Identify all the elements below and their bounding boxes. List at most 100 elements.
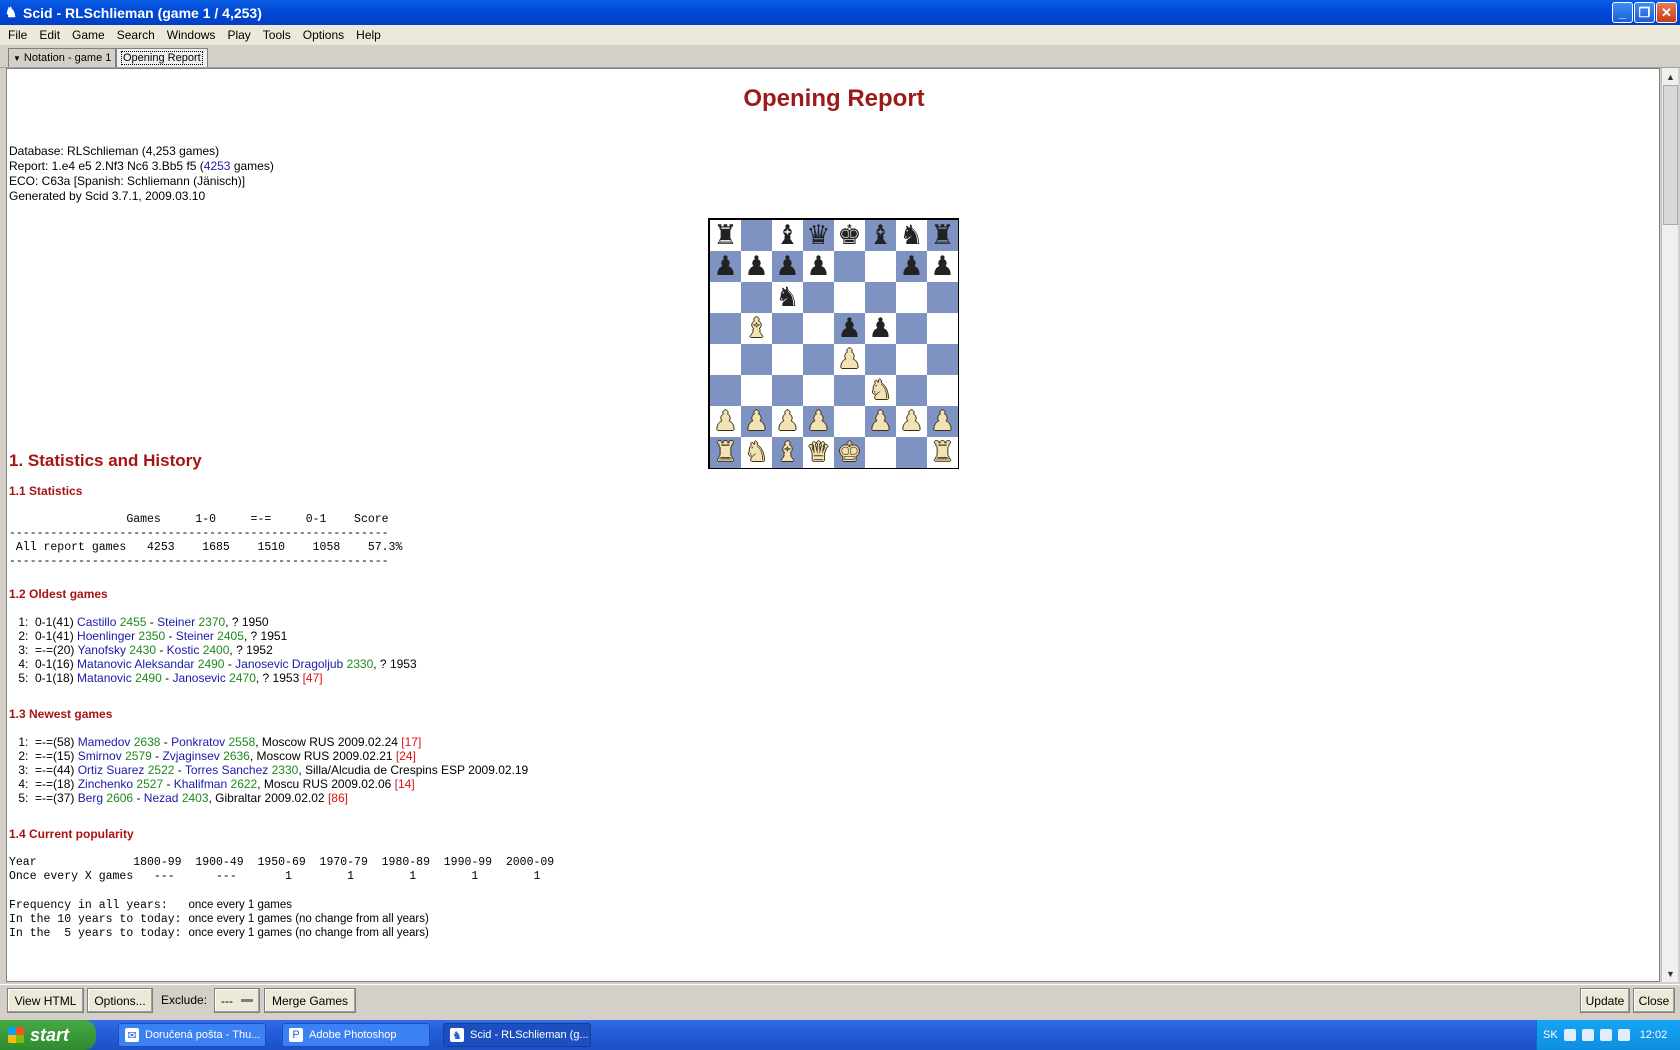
game-details: , ? 1953 <box>255 671 303 685</box>
square-b6 <box>741 282 772 313</box>
menu-options[interactable]: Options <box>297 28 350 42</box>
black-player[interactable]: Janosevic <box>172 671 225 685</box>
black-elo: 2330 <box>271 763 299 777</box>
task-photoshop[interactable]: P Adobe Photoshop <box>282 1023 430 1047</box>
section-statistics: 1.1 Statistics <box>9 484 83 498</box>
oldest-game-row[interactable]: 2: 0-1(41) Hoenlinger 2350 - Steiner 240… <box>15 629 287 644</box>
black-player[interactable]: Steiner <box>157 615 195 629</box>
newest-game-row[interactable]: 3: =-=(44) Ortiz Suarez 2522 - Torres Sa… <box>15 763 528 778</box>
white-player[interactable]: Matanovic <box>77 671 132 685</box>
white-elo: 2455 <box>119 615 147 629</box>
white-knight-icon: ♞ <box>868 375 893 405</box>
menu-file[interactable]: File <box>2 28 33 42</box>
tray-icon-2[interactable] <box>1581 1029 1594 1041</box>
move-ref[interactable]: [86] <box>328 791 348 805</box>
white-player[interactable]: Matanovic Aleksandar <box>77 657 194 671</box>
white-player[interactable]: Zinchenko <box>78 777 133 791</box>
scroll-up-icon[interactable]: ▲ <box>1662 68 1679 85</box>
black-player[interactable]: Zvjaginsev <box>162 749 219 763</box>
white-player[interactable]: Hoenlinger <box>77 629 135 643</box>
close-button[interactable]: Close <box>1633 988 1675 1013</box>
menu-tools[interactable]: Tools <box>257 28 297 42</box>
black-player[interactable]: Ponkratov <box>171 735 225 749</box>
section-oldest-games: 1.2 Oldest games <box>9 587 108 601</box>
report-games-link[interactable]: 4253 <box>204 159 231 173</box>
square-a6 <box>710 282 741 313</box>
menu-windows[interactable]: Windows <box>161 28 222 42</box>
menu-play[interactable]: Play <box>221 28 256 42</box>
white-player[interactable]: Berg <box>78 791 103 805</box>
menu-bar: File Edit Game Search Windows Play Tools… <box>0 25 1680 45</box>
oldest-game-row[interactable]: 5: 0-1(18) Matanovic 2490 - Janosevic 24… <box>15 671 323 686</box>
separator: - <box>174 763 185 777</box>
task-thunderbird[interactable]: ✉ Doručená pošta - Thu... <box>118 1023 266 1047</box>
frequency-5-years: In the 5 years to today: once every 1 ga… <box>9 926 429 941</box>
separator: - <box>160 735 172 749</box>
black-elo: 2622 <box>230 777 258 791</box>
newest-game-row[interactable]: 4: =-=(18) Zinchenko 2527 - Khalifman 26… <box>15 777 415 792</box>
oldest-game-row[interactable]: 4: 0-1(16) Matanovic Aleksandar 2490 - J… <box>15 657 417 672</box>
square-d8: ♛ <box>803 220 834 251</box>
move-ref[interactable]: [47] <box>303 671 323 685</box>
black-player[interactable]: Khalifman <box>174 777 227 791</box>
menu-game[interactable]: Game <box>66 28 111 42</box>
white-knight-icon: ♞ <box>744 437 769 467</box>
black-player[interactable]: Kostic <box>167 643 200 657</box>
tray-icon-3[interactable] <box>1599 1029 1612 1041</box>
tab-notation-label: Notation - game 1 <box>23 52 112 64</box>
square-c6: ♞ <box>772 282 803 313</box>
game-number: 1: 0-1(41) <box>15 615 78 629</box>
menu-search[interactable]: Search <box>111 28 161 42</box>
volume-icon[interactable] <box>1617 1029 1630 1041</box>
update-button[interactable]: Update <box>1580 988 1630 1013</box>
view-html-button[interactable]: View HTML <box>7 988 84 1013</box>
move-ref[interactable]: [24] <box>396 749 416 763</box>
close-window-button[interactable]: ✕ <box>1656 2 1677 23</box>
move-ref[interactable]: [14] <box>395 777 415 791</box>
black-player[interactable]: Steiner <box>176 629 214 643</box>
black-player[interactable]: Nezad <box>144 791 179 805</box>
move-ref[interactable]: [17] <box>401 735 421 749</box>
language-indicator[interactable]: SK <box>1543 1029 1558 1041</box>
white-player[interactable]: Mamedov <box>78 735 131 749</box>
scroll-down-icon[interactable]: ▼ <box>1662 965 1679 982</box>
white-player[interactable]: Castillo <box>77 615 116 629</box>
black-player[interactable]: Janosevic Dragoljub <box>235 657 343 671</box>
tab-notation[interactable]: ▼ Notation - game 1 <box>8 48 117 67</box>
black-player[interactable]: Torres Sanchez <box>185 763 268 777</box>
exclude-select[interactable]: --- <box>214 988 260 1013</box>
white-player[interactable]: Yanofsky <box>77 643 125 657</box>
options-button[interactable]: Options... <box>87 988 153 1013</box>
menu-edit[interactable]: Edit <box>33 28 66 42</box>
separator: - <box>156 643 167 657</box>
minimize-button[interactable]: _ <box>1612 2 1633 23</box>
stats-header: Games 1-0 =-= 0-1 Score <box>9 513 389 526</box>
white-pawn-icon: ♟ <box>775 406 800 436</box>
frequency-10-years: In the 10 years to today: once every 1 g… <box>9 912 429 927</box>
menu-help[interactable]: Help <box>350 28 387 42</box>
newest-game-row[interactable]: 5: =-=(37) Berg 2606 - Nezad 2403, Gibra… <box>15 791 348 806</box>
restore-button[interactable]: ❐ <box>1634 2 1655 23</box>
merge-games-button[interactable]: Merge Games <box>264 988 356 1013</box>
eco-line: ECO: C63a [Spanish: Schliemann (Jänisch)… <box>9 174 246 188</box>
black-rook-icon: ♜ <box>713 220 738 250</box>
white-player[interactable]: Smirnov <box>78 749 122 763</box>
task-scid[interactable]: ♞ Scid - RLSchlieman (g... <box>443 1023 591 1047</box>
white-player[interactable]: Ortiz Suarez <box>78 763 145 777</box>
square-e1: ♚ <box>834 437 865 468</box>
square-a8: ♜ <box>710 220 741 251</box>
tray-icon-1[interactable] <box>1563 1029 1576 1041</box>
vertical-scrollbar[interactable]: ▲ ▼ <box>1661 68 1678 982</box>
newest-game-row[interactable]: 2: =-=(15) Smirnov 2579 - Zvjaginsev 263… <box>15 749 416 764</box>
game-details: , ? 1953 <box>373 657 417 671</box>
tab-opening-report[interactable]: Opening Report <box>116 48 208 67</box>
black-knight-icon: ♞ <box>899 220 924 250</box>
start-button[interactable]: start <box>0 1020 96 1050</box>
start-label: start <box>30 1024 70 1045</box>
oldest-game-row[interactable]: 3: =-=(20) Yanofsky 2430 - Kostic 2400, … <box>15 643 272 658</box>
white-elo: 2490 <box>135 671 162 685</box>
square-d5 <box>803 313 834 344</box>
newest-game-row[interactable]: 1: =-=(58) Mamedov 2638 - Ponkratov 2558… <box>15 735 421 750</box>
scroll-thumb[interactable] <box>1663 85 1678 225</box>
oldest-game-row[interactable]: 1: 0-1(41) Castillo 2455 - Steiner 2370,… <box>15 615 268 630</box>
